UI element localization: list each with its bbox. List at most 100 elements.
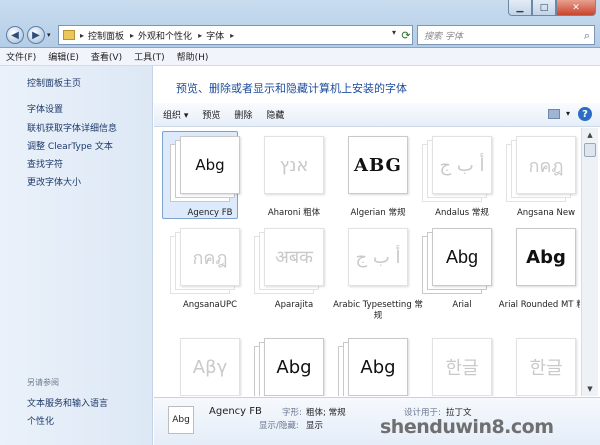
font-page: Abg: [264, 338, 324, 396]
delete-button[interactable]: 删除: [234, 108, 252, 121]
font-page: Abg: [516, 228, 576, 286]
title-address-bar: ▁ □ ✕ ◀ ▶ ▾ ▸ 控制面板 ▸ 外观和个性化 ▸ 字体 ▸ ▾ ⟳ 搜…: [0, 0, 600, 48]
font-name-label: Arabic Typesetting 常规: [333, 300, 423, 321]
font-sample-text: أ ب ج: [439, 154, 485, 176]
font-thumbnail: अबक: [254, 228, 328, 294]
hide-button[interactable]: 隐藏: [266, 108, 284, 121]
font-page: กคฎ: [180, 228, 240, 286]
link-control-panel-home[interactable]: 控制面板主页: [27, 76, 81, 89]
command-bar: 组织 ▾ 预览 删除 隐藏 ▾ ?: [154, 103, 600, 127]
font-name-label: Arial: [452, 300, 472, 310]
font-name-label: Arial Rounded MT 粗体: [498, 300, 580, 310]
minimize-button[interactable]: ▁: [508, 0, 532, 16]
caption-buttons: ▁ □ ✕: [508, 0, 596, 17]
font-sample-text: Abg: [445, 246, 479, 267]
font-thumbnail: กคฎ: [170, 228, 244, 294]
font-grid: Abg Agency FB אנץ Aharoni 粗体 ABG Algerian 常规 أ…: [154, 128, 580, 396]
recent-pages-dropdown-icon[interactable]: ▾: [47, 31, 51, 39]
font-thumbnail: Abg: [422, 228, 496, 294]
font-page: أ ب ج: [348, 228, 408, 286]
font-thumbnail: Abg: [170, 136, 244, 202]
breadcrumb-control-panel[interactable]: 控制面板: [88, 29, 124, 42]
organize-button[interactable]: 组织 ▾: [163, 108, 188, 121]
font-page: أ ب ج: [432, 136, 492, 194]
font-thumbnail: Αβγ: [170, 338, 244, 396]
breadcrumb-separator-icon[interactable]: ▸: [130, 31, 134, 40]
scroll-thumb[interactable]: [584, 143, 596, 157]
link-personalization[interactable]: 个性化: [27, 414, 54, 427]
font-page: Abg: [432, 228, 492, 286]
details-font-name: Agency FB: [209, 406, 262, 417]
address-bar[interactable]: ▸ 控制面板 ▸ 外观和个性化 ▸ 字体 ▸ ▾: [58, 25, 413, 45]
breadcrumb-fonts[interactable]: 字体: [206, 29, 224, 42]
view-dropdown-icon[interactable]: ▾: [566, 109, 570, 118]
font-thumbnail: Abg: [254, 338, 328, 396]
search-input[interactable]: 搜索 字体 ⌕: [417, 25, 595, 45]
details-style-value: 粗体; 常规: [306, 408, 346, 418]
forward-button[interactable]: ▶: [27, 26, 45, 44]
page-title: 预览、删除或者显示和隐藏计算机上安装的字体: [176, 82, 407, 95]
font-thumbnail: أ ب ج: [338, 228, 412, 294]
link-font-settings[interactable]: 字体设置: [27, 102, 63, 115]
breadcrumb-separator-icon[interactable]: ▸: [230, 31, 234, 40]
details-style-label: 字形:: [282, 408, 302, 418]
link-text-services[interactable]: 文本服务和输入语言: [27, 396, 108, 409]
maximize-button[interactable]: □: [532, 0, 556, 16]
menu-view[interactable]: 查看(V): [91, 50, 122, 63]
details-show-label: 显示/隐藏:: [259, 421, 299, 431]
link-find-character[interactable]: 查找字符: [27, 157, 63, 170]
details-show-value: 显示: [306, 421, 324, 431]
refresh-button[interactable]: ⟳: [399, 25, 413, 45]
font-name-label: Algerian 常规: [350, 208, 406, 218]
font-name-label: AngsanaUPC: [182, 300, 238, 310]
link-change-font-size[interactable]: 更改字体大小: [27, 175, 81, 188]
see-also-heading: 另请参阅: [27, 378, 59, 387]
font-page: 한글: [432, 338, 492, 396]
font-sample-text: Abg: [195, 156, 225, 174]
font-page: 한글: [516, 338, 576, 396]
font-name-label: Andalus 常规: [435, 208, 489, 218]
refresh-icon: ⟳: [401, 28, 411, 42]
back-arrow-icon: ◀: [11, 29, 19, 41]
font-sample-text: Abg: [276, 356, 312, 378]
menu-edit[interactable]: 编辑(E): [48, 50, 79, 63]
help-icon[interactable]: ?: [578, 107, 592, 121]
font-thumbnail: กคฎ: [506, 136, 580, 202]
font-name-label: Angsana New: [516, 208, 576, 218]
font-sample-text: 한글: [445, 358, 479, 379]
close-button[interactable]: ✕: [556, 0, 596, 16]
font-sample-text: ABG: [354, 154, 402, 176]
change-view-icon[interactable]: [548, 109, 560, 119]
link-get-font-info-online[interactable]: 联机获取字体详细信息: [27, 121, 117, 134]
navigation-pane: 控制面板主页 字体设置 联机获取字体详细信息 调整 ClearType 文本 查…: [0, 66, 153, 445]
breadcrumb-separator-icon[interactable]: ▸: [198, 31, 202, 40]
font-thumbnail: أ ب ج: [422, 136, 496, 202]
font-name-label: Aparajita: [274, 300, 314, 310]
font-sample-text: 한글: [529, 358, 563, 379]
search-icon: ⌕: [583, 29, 590, 42]
font-name-label: Agency FB: [187, 208, 233, 218]
menu-tools[interactable]: 工具(T): [134, 50, 165, 63]
font-name-label: Aharoni 粗体: [267, 208, 321, 218]
preview-button[interactable]: 预览: [202, 108, 220, 121]
scroll-down-icon[interactable]: ▼: [582, 382, 598, 396]
address-dropdown-icon[interactable]: ▾: [392, 28, 396, 37]
back-button[interactable]: ◀: [6, 26, 24, 44]
breadcrumb-label: 外观和个性化: [138, 31, 193, 42]
font-sample-text: กคฎ: [192, 247, 228, 269]
font-sample-text: กคฎ: [528, 155, 564, 177]
font-page: ABG: [348, 136, 408, 194]
menu-help[interactable]: 帮助(H): [177, 50, 209, 63]
vertical-scrollbar[interactable]: ▲ ▼: [581, 128, 598, 396]
breadcrumb-separator-icon[interactable]: ▸: [80, 31, 84, 40]
menu-bar: 文件(F) 编辑(E) 查看(V) 工具(T) 帮助(H): [0, 48, 600, 66]
font-page: Abg: [348, 338, 408, 396]
font-sample-text: אנץ: [279, 154, 309, 176]
font-thumbnail: Abg: [506, 228, 580, 294]
scroll-up-icon[interactable]: ▲: [582, 128, 598, 142]
font-sample-text: Abg: [526, 246, 566, 268]
font-preview-icon: Abg: [168, 406, 194, 434]
link-adjust-cleartype[interactable]: 调整 ClearType 文本: [27, 139, 113, 152]
breadcrumb-appearance[interactable]: 外观和个性化: [138, 29, 192, 42]
menu-file[interactable]: 文件(F): [6, 50, 36, 63]
